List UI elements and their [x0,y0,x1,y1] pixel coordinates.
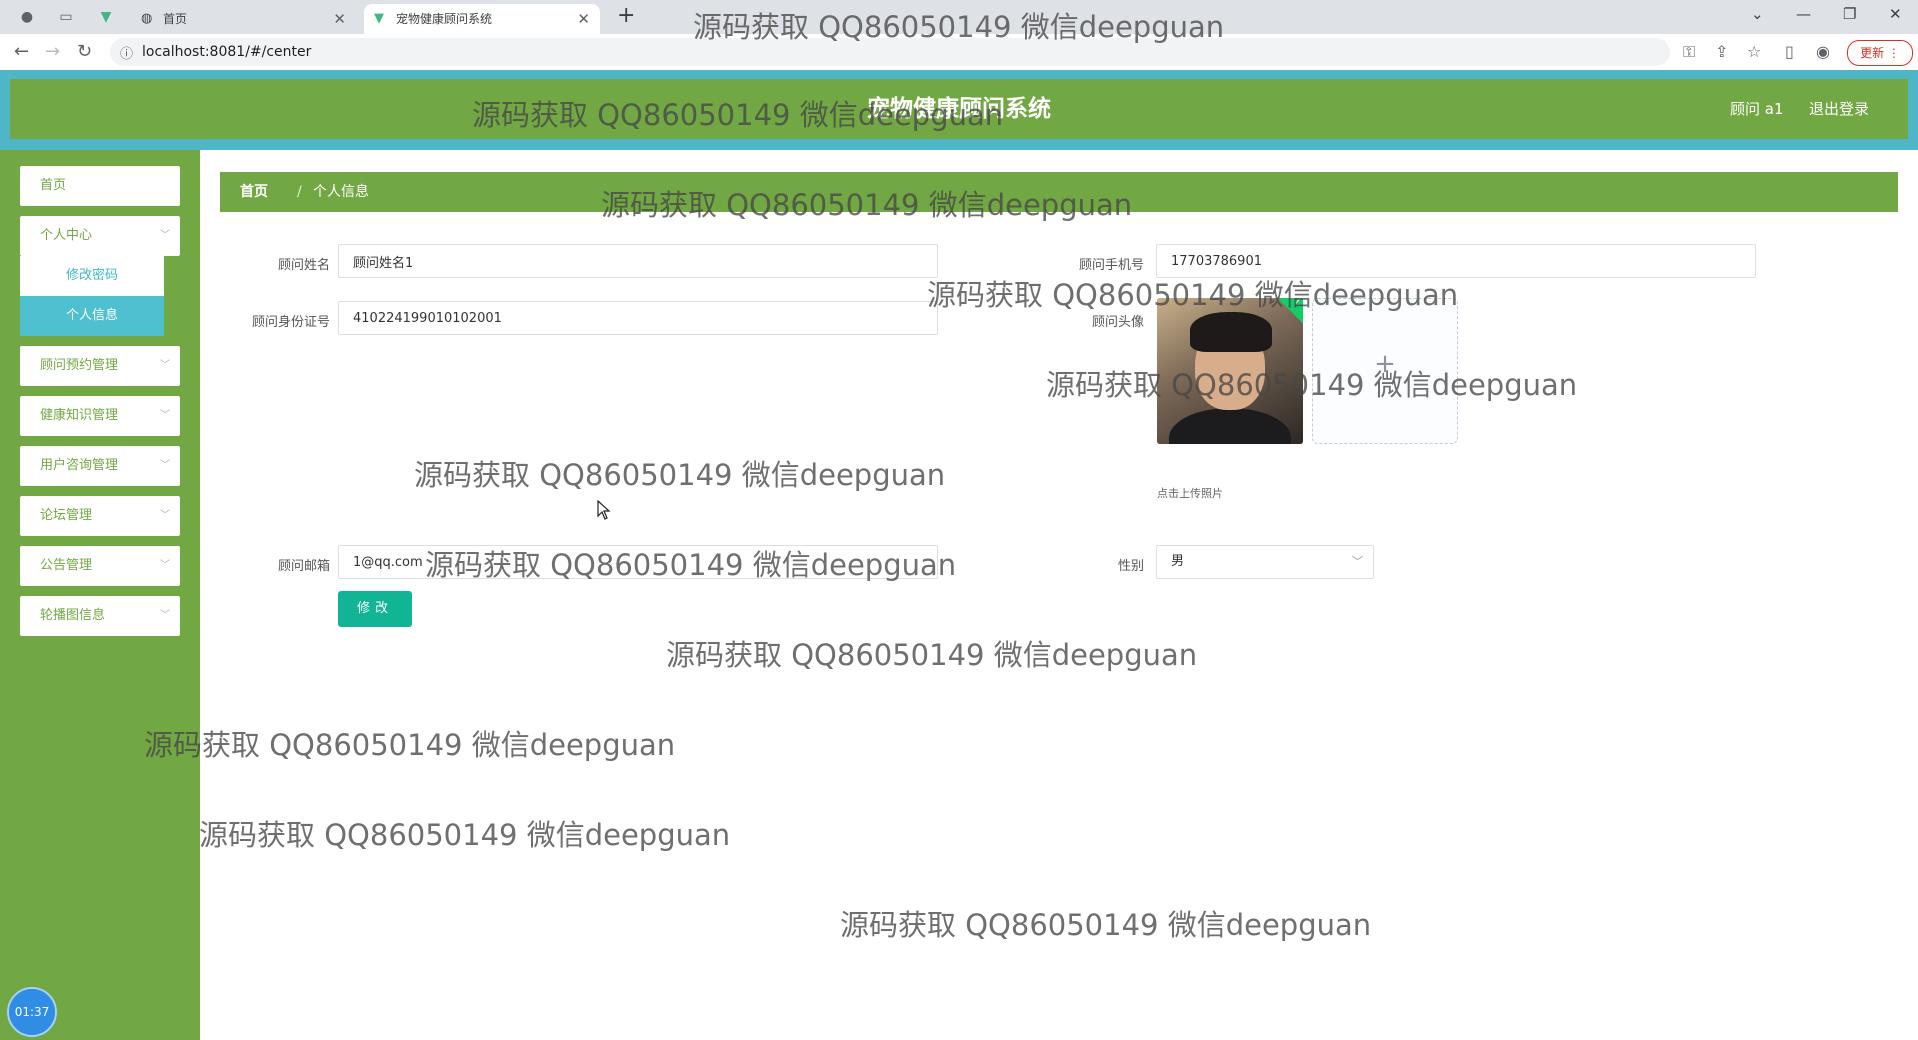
avatar-label: 顾问头像 [1091,315,1144,330]
check-icon: ✓ [1293,298,1302,308]
sidebar-item-carousel[interactable]: 轮播图信息 ﹀ [20,596,180,636]
sidepanel-icon[interactable]: ▯ [1785,42,1794,61]
avatar-upload-box[interactable]: + [1312,298,1458,444]
chevron-down-icon: ﹀ [1352,555,1363,568]
sidebar-item-label: 轮播图信息 [40,608,106,623]
chevron-down-icon: ﹀ [160,610,170,621]
url-text: localhost:8081/#/center [142,44,312,60]
avatar-image[interactable]: ✓ [1157,298,1303,444]
phone-label: 顾问手机号 [1078,258,1144,273]
new-tab-icon[interactable]: + [617,3,635,28]
breadcrumb-home[interactable]: 首页 [240,172,268,212]
app-title: 宠物健康顾问系统 [867,96,1051,122]
gender-select-value: 男 [1171,554,1185,569]
breadcrumb-current: 个人信息 [313,184,369,200]
minimize-icon[interactable]: — [1796,5,1811,23]
tab-title: 首页 [163,12,188,26]
share-icon[interactable]: ⇪ [1715,42,1728,61]
info-icon[interactable]: ⓘ [120,43,133,62]
browser-tabstrip: ● ▭ ▼ ◍ 首页 ✕ ▼ 宠物健康顾问系统 ✕ + ⌄ — ❐ ✕ [0,0,1918,34]
sidebar-item-home[interactable]: 首页 [20,166,180,206]
breadcrumb: 首页 / 个人信息 [220,172,1898,212]
reload-icon[interactable]: ↻ [77,41,92,62]
back-arrow-icon[interactable]: ← [14,41,29,62]
vue-icon[interactable]: ▼ [96,7,116,27]
idcard-field[interactable] [338,301,938,335]
breadcrumb-separator: / [297,184,302,200]
update-button[interactable]: 更新 ⋮ [1847,40,1913,66]
chevron-down-icon: ﹀ [160,360,170,371]
chevron-down-icon: ﹀ [160,230,170,241]
submenu-item-personal-info[interactable]: 个人信息 [20,296,164,336]
url-input[interactable]: ⓘ localhost:8081/#/center [110,38,1670,66]
main-content: 首页 / 个人信息 顾问姓名 顾问手机号 顾问身份证号 顾问头像 ✓ + 点击上… [200,150,1918,1040]
logout-link[interactable]: 退出登录 [1809,79,1869,139]
sidebar-item-label: 首页 [40,178,67,193]
sidebar-item-personal-center[interactable]: 个人中心 ﹀ [20,216,180,256]
profile-icon[interactable]: ◉ [1816,42,1830,61]
sidebar-item-label: 论坛管理 [40,508,93,523]
name-label: 顾问姓名 [277,258,330,273]
sidebar-item-forum[interactable]: 论坛管理 ﹀ [20,496,180,536]
sidebar-item-label: 用户咨询管理 [40,458,119,473]
timer-badge: 01:37 [7,987,57,1037]
header-bar: 宠物健康顾问系统 顾问 a1 退出登录 [10,79,1908,139]
phone-field[interactable] [1156,244,1756,278]
mouse-cursor-icon [597,500,611,520]
name-field[interactable] [338,244,938,278]
update-label: 更新 [1860,46,1885,60]
restore-icon[interactable]: ❐ [1843,5,1856,23]
tab-title: 宠物健康顾问系统 [396,12,493,26]
sidebar-item-announcements[interactable]: 公告管理 ﹀ [20,546,180,586]
sidebar-item-label: 健康知识管理 [40,408,119,423]
app-header: 宠物健康顾问系统 顾问 a1 退出登录 [0,70,1918,150]
upload-tip: 点击上传照片 [1157,487,1223,500]
idcard-label: 顾问身份证号 [251,315,330,330]
globe-icon: ◍ [141,11,153,26]
window-close-icon[interactable]: ✕ [1889,5,1902,23]
chevron-down-icon: ﹀ [160,460,170,471]
star-icon[interactable]: ☆ [1747,42,1761,61]
submenu-item-change-password[interactable]: 修改密码 [20,256,164,296]
tab-pet-health[interactable]: ▼ 宠物健康顾问系统 ✕ [364,4,600,34]
github-icon[interactable]: ● [17,7,37,27]
chevron-down-icon: ﹀ [160,510,170,521]
tab-home[interactable]: ◍ 首页 ✕ [131,4,356,34]
close-icon[interactable]: ✕ [577,4,590,34]
vue-icon: ▼ [374,11,384,26]
sidebar-item-label: 顾问预约管理 [40,358,119,373]
current-user: 顾问 a1 [1730,100,1784,118]
chevron-down-icon: ﹀ [160,560,170,571]
sidebar-item-appointments[interactable]: 顾问预约管理 ﹀ [20,346,180,386]
gender-label: 性别 [1117,559,1144,574]
email-label: 顾问邮箱 [277,559,330,574]
sidebar-item-label: 公告管理 [40,558,93,573]
avatar-hair [1190,312,1272,352]
tab-search-chevron-icon[interactable]: ⌄ [1751,5,1764,23]
personal-center-submenu: 修改密码 个人信息 [20,256,164,336]
sidebar-item-label: 个人中心 [40,228,93,243]
address-bar: ← → ↻ ⓘ localhost:8081/#/center ⚿ ⇪ ☆ ▯ … [0,34,1918,71]
close-icon[interactable]: ✕ [333,4,346,34]
key-icon[interactable]: ⚿ [1683,42,1695,62]
submit-button[interactable]: 修改 [338,591,412,627]
chevron-down-icon: ﹀ [160,410,170,421]
gender-select[interactable]: 男 [1156,545,1374,579]
forward-arrow-icon[interactable]: → [45,41,60,62]
plus-icon: + [1374,349,1396,379]
email-field[interactable] [338,545,938,579]
sidebar-item-user-consultation[interactable]: 用户咨询管理 ﹀ [20,446,180,486]
sidebar-item-health-knowledge[interactable]: 健康知识管理 ﹀ [20,396,180,436]
blank-tab-icon[interactable]: ▭ [56,7,76,27]
